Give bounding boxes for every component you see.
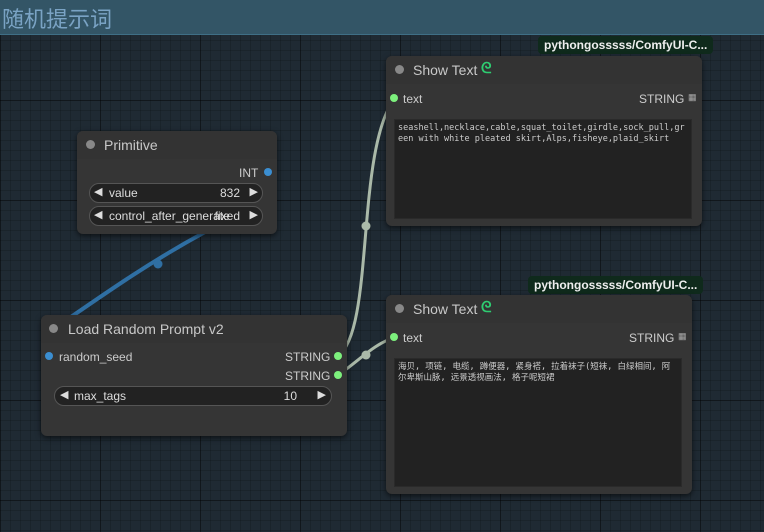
link-icon: ᘓ [481, 60, 492, 77]
node-source-badge: pythongosssss/ComfyUI-C... [528, 276, 704, 294]
increment-arrow-icon[interactable]: ▶ [250, 208, 258, 221]
output-label: STRING [629, 331, 675, 345]
node-source-badge: pythongosssss/ComfyUI-C... [538, 36, 714, 54]
grid-output-icon[interactable]: ▦ [688, 92, 697, 103]
output-label: STRING [639, 92, 685, 106]
collapse-dot[interactable] [86, 140, 95, 149]
text-display[interactable]: 海贝, 项链, 电缆, 蹲便器, 紧身褡, 拉着袜子(短袜, 白绿相间, 阿尔卑… [394, 358, 682, 487]
input-label: random_seed [59, 350, 133, 364]
output-label: STRING [285, 350, 331, 364]
widget-value: 10 [283, 389, 297, 403]
show-text-header[interactable]: Show Text ᘓ [386, 56, 702, 84]
int-link-midpoint[interactable] [153, 259, 163, 269]
increment-arrow-icon[interactable]: ▶ [250, 185, 258, 198]
primitive-header[interactable]: Primitive [77, 131, 277, 159]
widget-value: fixed [214, 209, 240, 223]
increment-arrow-icon[interactable]: ▶ [318, 388, 326, 401]
decrement-arrow-icon[interactable]: ◀ [94, 208, 102, 221]
grid-output-icon[interactable]: ▦ [678, 331, 687, 342]
input-label: text [403, 331, 423, 345]
primitive-node[interactable]: Primitive INT ◀ value 832 ▶ ◀ control_af… [77, 131, 277, 234]
decrement-arrow-icon[interactable]: ◀ [60, 388, 68, 401]
load-random-prompt-node[interactable]: Load Random Prompt v2 random_seed STRING… [41, 315, 347, 436]
max-tags-widget[interactable]: ◀ max_tags 10 ▶ [54, 386, 332, 406]
int-link [53, 230, 206, 330]
text-display[interactable]: seashell,necklace,cable,squat_toilet,gir… [394, 119, 692, 219]
output-label: INT [239, 166, 259, 180]
show-text-node-2[interactable]: Show Text ᘓ text STRING ▦ 海贝, 项链, 电缆, 蹲便… [386, 295, 692, 494]
node-title: Show Text [413, 301, 478, 317]
link-icon: ᘓ [481, 299, 492, 316]
node-title: Load Random Prompt v2 [68, 321, 224, 337]
text-input-slot[interactable] [390, 94, 398, 102]
load-prompt-header[interactable]: Load Random Prompt v2 [41, 315, 347, 343]
string-link-2-midpoint[interactable] [361, 350, 371, 360]
string-link-1-midpoint[interactable] [361, 221, 371, 231]
node-title: Primitive [104, 137, 158, 153]
text-input-slot[interactable] [390, 333, 398, 341]
node-title: Show Text [413, 62, 478, 78]
random-seed-input-slot[interactable] [45, 352, 53, 360]
widget-name: value [109, 186, 138, 200]
widget-name: control_after_generate [109, 209, 230, 223]
collapse-dot[interactable] [49, 324, 58, 333]
show-text-node-1[interactable]: Show Text ᘓ text STRING ▦ seashell,neckl… [386, 56, 702, 226]
collapse-dot[interactable] [395, 65, 404, 74]
output-slot-1[interactable] [334, 352, 342, 360]
collapse-dot[interactable] [395, 304, 404, 313]
show-text-header[interactable]: Show Text ᘓ [386, 295, 692, 323]
value-widget[interactable]: ◀ value 832 ▶ [89, 183, 263, 203]
decrement-arrow-icon[interactable]: ◀ [94, 185, 102, 198]
widget-value: 832 [219, 186, 240, 200]
input-label: text [403, 92, 423, 106]
output-slot-2[interactable] [334, 371, 342, 379]
widget-name: max_tags [74, 389, 127, 403]
output-label: STRING [285, 369, 331, 383]
output-slot[interactable] [264, 168, 272, 176]
control-after-generate-widget[interactable]: ◀ control_after_generate fixed ▶ [89, 206, 263, 226]
